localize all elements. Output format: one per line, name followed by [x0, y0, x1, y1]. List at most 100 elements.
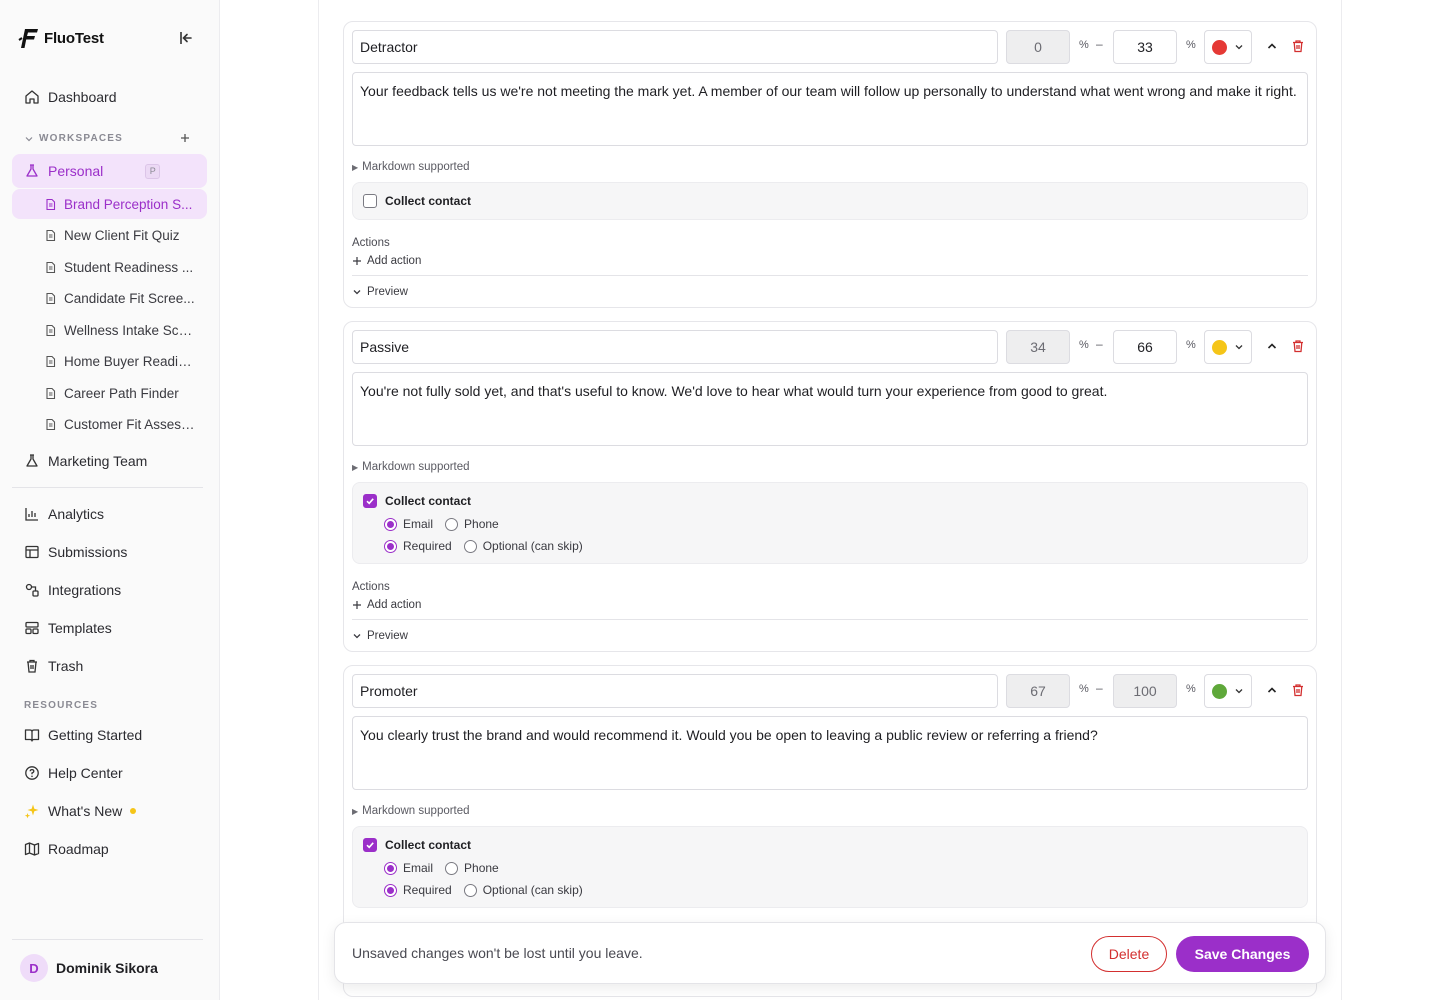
quiz-item[interactable]: Customer Fit Assess...: [12, 409, 207, 439]
quiz-item[interactable]: Student Readiness ...: [12, 252, 207, 282]
nav-dashboard[interactable]: Dashboard: [12, 81, 207, 113]
workspace-marketing-team[interactable]: Marketing Team: [12, 445, 207, 477]
nav-analytics[interactable]: Analytics: [12, 498, 207, 530]
chevron-up-icon[interactable]: [1266, 684, 1278, 696]
markdown-toggle[interactable]: ▶ Markdown supported: [352, 461, 470, 473]
markdown-toggle[interactable]: ▶ Markdown supported: [352, 805, 470, 817]
percent-label: %: [1079, 683, 1089, 695]
plus-icon: [353, 601, 361, 609]
nav-integrations[interactable]: Integrations: [12, 574, 207, 606]
chevron-down-icon: [1235, 689, 1243, 694]
logo[interactable]: FluoTest: [18, 24, 208, 52]
delete-button[interactable]: Delete: [1091, 936, 1167, 972]
percent-label: %: [1079, 339, 1089, 351]
radio-required[interactable]: [384, 539, 397, 553]
new-indicator-dot: [130, 808, 137, 814]
document-icon: [46, 387, 56, 399]
percent-label: %: [1186, 339, 1196, 351]
quiz-item[interactable]: Wellness Intake Scre...: [12, 315, 207, 345]
radio-optional[interactable]: [463, 883, 477, 897]
markdown-toggle[interactable]: ▶ Markdown supported: [352, 161, 470, 173]
color-picker[interactable]: [1204, 674, 1252, 708]
collect-contact-checkbox[interactable]: [363, 194, 377, 208]
help-circle-icon: [25, 766, 39, 780]
quiz-item[interactable]: Career Path Finder: [12, 378, 207, 408]
radio-email[interactable]: [384, 517, 397, 531]
contact-requirement-group: Required Optional (can skip): [384, 539, 583, 553]
contact-type-group: Email Phone: [384, 861, 499, 875]
document-icon: [46, 324, 56, 336]
outcome-message-textarea[interactable]: You're not fully sold yet, and that's us…: [352, 372, 1308, 446]
nav-help-center[interactable]: Help Center: [12, 757, 207, 789]
nav-submissions[interactable]: Submissions: [12, 536, 207, 568]
nav-getting-started[interactable]: Getting Started: [12, 719, 207, 751]
delete-outcome-icon[interactable]: [1291, 683, 1305, 697]
bar-chart-icon: [25, 508, 38, 521]
document-icon: [46, 418, 56, 430]
templates-icon: [25, 621, 39, 635]
range-max-input[interactable]: 33: [1113, 30, 1177, 64]
color-picker[interactable]: [1204, 330, 1252, 364]
nav-templates[interactable]: Templates: [12, 612, 207, 644]
radio-required[interactable]: [384, 883, 397, 897]
outcome-message-textarea[interactable]: Your feedback tells us we're not meeting…: [352, 72, 1308, 146]
workspace-badge: P: [145, 163, 161, 179]
chevron-up-icon[interactable]: [1266, 340, 1278, 352]
table-icon: [25, 545, 39, 559]
document-icon: [46, 261, 56, 273]
separator: [352, 275, 1308, 276]
resources-section-label: RESOURCES: [24, 700, 99, 711]
range-max-input: 100: [1113, 674, 1177, 708]
collect-contact-box: Collect contact Email Phone Required Opt…: [352, 826, 1308, 908]
check-icon: [366, 498, 374, 505]
nav-whats-new[interactable]: What's New: [12, 795, 207, 827]
quiz-item-brand-perception[interactable]: Brand Perception S...: [12, 189, 207, 219]
color-picker[interactable]: [1204, 30, 1252, 64]
collect-contact-checkbox[interactable]: [363, 838, 377, 852]
collect-contact-toggle[interactable]: Collect contact: [363, 838, 471, 852]
outcome-name-input[interactable]: Detractor: [352, 30, 998, 64]
add-action-button[interactable]: Add action: [352, 255, 421, 267]
radio-phone[interactable]: [445, 517, 459, 531]
range-min-input: 0: [1006, 30, 1070, 64]
delete-outcome-icon[interactable]: [1291, 339, 1305, 353]
plus-icon: [353, 257, 361, 265]
percent-label: %: [1186, 683, 1196, 695]
nav-label: Dashboard: [48, 89, 117, 105]
trash-icon: [27, 659, 37, 673]
save-changes-button[interactable]: Save Changes: [1176, 936, 1309, 972]
workspaces-section-label[interactable]: WORKSPACES: [24, 133, 123, 144]
nav-roadmap[interactable]: Roadmap: [12, 833, 207, 865]
radio-email[interactable]: [384, 861, 397, 875]
check-icon: [366, 842, 374, 849]
contact-requirement-group: Required Optional (can skip): [384, 883, 583, 897]
radio-phone[interactable]: [445, 861, 459, 875]
delete-outcome-icon[interactable]: [1291, 39, 1305, 53]
flask-icon: [26, 454, 38, 467]
app-root: FluoTest Dashboard WORKSPACES Personal P…: [0, 0, 1440, 1000]
user-profile[interactable]: D Dominik Sikora: [20, 954, 158, 982]
outcome-name-input[interactable]: Promoter: [352, 674, 998, 708]
preview-toggle[interactable]: Preview: [352, 286, 408, 298]
collect-contact-toggle[interactable]: Collect contact: [363, 194, 471, 208]
collect-contact-toggle[interactable]: Collect contact: [363, 494, 471, 508]
outcome-card-detractor: Detractor 0 % – 33 % Your feedback tells…: [343, 21, 1317, 308]
nav-trash[interactable]: Trash: [12, 650, 207, 682]
collapse-sidebar-icon[interactable]: [176, 28, 196, 48]
preview-toggle[interactable]: Preview: [352, 630, 408, 642]
workspace-personal[interactable]: Personal P: [12, 154, 207, 188]
range-dash: –: [1096, 681, 1103, 695]
radio-optional[interactable]: [463, 539, 477, 553]
sidebar: FluoTest Dashboard WORKSPACES Personal P…: [0, 0, 220, 1000]
quiz-item[interactable]: New Client Fit Quiz: [12, 220, 207, 250]
collect-contact-checkbox[interactable]: [363, 494, 377, 508]
outcome-message-textarea[interactable]: You clearly trust the brand and would re…: [352, 716, 1308, 790]
outcome-name-input[interactable]: Passive: [352, 330, 998, 364]
quiz-item[interactable]: Home Buyer Readin...: [12, 346, 207, 376]
quiz-item[interactable]: Candidate Fit Scree...: [12, 283, 207, 313]
chevron-up-icon[interactable]: [1266, 40, 1278, 52]
percent-label: %: [1186, 39, 1196, 51]
add-action-button[interactable]: Add action: [352, 599, 421, 611]
range-max-input[interactable]: 66: [1113, 330, 1177, 364]
add-workspace-icon[interactable]: [178, 131, 192, 145]
